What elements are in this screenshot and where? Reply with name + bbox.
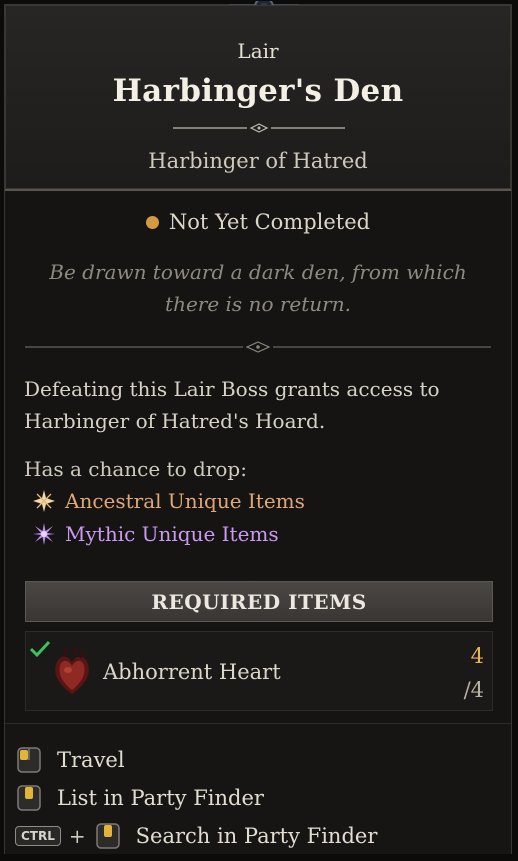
tooltip-header: Lair Harbinger's Den Harbinger of Hatred bbox=[5, 5, 511, 191]
required-items-header: REQUIRED ITEMS bbox=[25, 581, 493, 622]
flavor-text: Be drawn toward a dark den, from which t… bbox=[35, 256, 481, 320]
lair-type-label: Lair bbox=[237, 39, 279, 63]
left-click-mouse-icon bbox=[17, 747, 41, 773]
ancestral-star-icon bbox=[33, 490, 55, 512]
mythic-star-icon bbox=[33, 523, 55, 545]
flavor-line-2: there is no return. bbox=[165, 292, 351, 316]
right-click-mouse-icon bbox=[17, 785, 41, 811]
drop-label-mythic: Mythic Unique Items bbox=[65, 522, 279, 546]
status-dot-icon bbox=[145, 215, 159, 229]
right-click-mouse-icon bbox=[95, 823, 120, 849]
travel-label: Travel bbox=[57, 748, 125, 772]
status-label: Not Yet Completed bbox=[168, 210, 371, 234]
section-divider-icon bbox=[25, 341, 491, 353]
abhorrent-heart-icon bbox=[55, 646, 89, 694]
plus-sign: + bbox=[68, 824, 86, 848]
lair-tooltip: Lair Harbinger's Den Harbinger of Hatred… bbox=[4, 1, 512, 854]
search-party-label: Search in Party Finder bbox=[135, 824, 378, 848]
checkmark-icon bbox=[29, 640, 51, 658]
drop-item-mythic: Mythic Unique Items bbox=[33, 522, 279, 546]
title-divider-icon bbox=[173, 123, 345, 133]
flavor-line-1: Be drawn toward a dark den, from which bbox=[49, 260, 467, 284]
lair-description: Defeating this Lair Boss grants access t… bbox=[24, 373, 494, 437]
drop-label-ancestral: Ancestral Unique Items bbox=[65, 489, 305, 513]
required-item-have-count: 4 bbox=[470, 644, 484, 668]
required-item-need-count: /4 bbox=[463, 678, 484, 702]
action-footer: Travel List in Party Finder CTRL + Searc… bbox=[5, 723, 511, 854]
list-party-finder-action[interactable]: List in Party Finder bbox=[15, 784, 264, 812]
drops-label: Has a chance to drop: bbox=[24, 457, 247, 481]
search-party-finder-action[interactable]: CTRL + Search in Party Finder bbox=[15, 822, 377, 850]
completion-status: Not Yet Completed bbox=[5, 210, 511, 234]
description-line-1: Defeating this Lair Boss grants access t… bbox=[24, 377, 440, 401]
travel-action[interactable]: Travel bbox=[15, 746, 125, 774]
boss-subtitle: Harbinger of Hatred bbox=[148, 149, 368, 173]
lair-title: Harbinger's Den bbox=[112, 73, 404, 109]
party-finder-label: List in Party Finder bbox=[57, 786, 264, 810]
required-item-name: Abhorrent Heart bbox=[103, 660, 281, 684]
required-item-row[interactable]: Abhorrent Heart 4 /4 bbox=[25, 631, 493, 711]
description-line-2: Harbinger of Hatred's Hoard. bbox=[24, 409, 326, 433]
ctrl-key-icon: CTRL bbox=[15, 826, 61, 846]
drop-item-ancestral: Ancestral Unique Items bbox=[33, 489, 305, 513]
